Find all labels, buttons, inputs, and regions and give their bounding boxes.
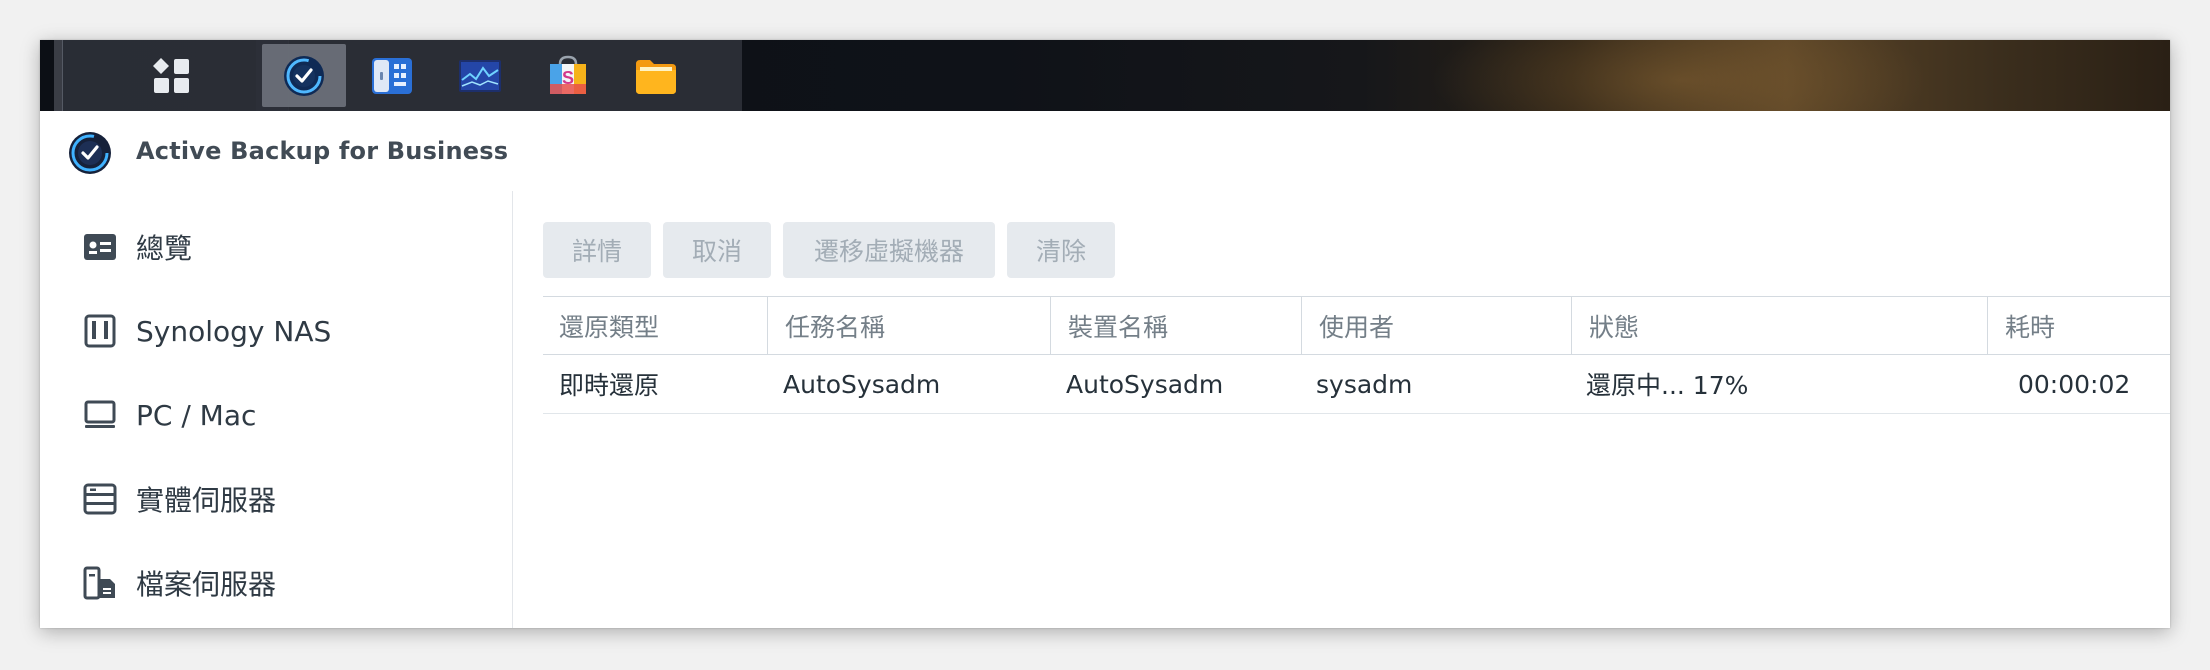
resource-monitor-icon <box>459 59 501 92</box>
cell-restore-type: 即時還原 <box>559 371 660 400</box>
column-header-restore-type[interactable]: 還原類型 <box>559 297 659 354</box>
sidebar-item-label: Synology NAS <box>136 314 332 348</box>
svg-text:S: S <box>562 68 574 88</box>
active-backup-logo-icon <box>69 132 111 174</box>
taskbar-resource-monitor[interactable] <box>438 44 522 107</box>
sidebar-item-file-server[interactable]: 檔案伺服器 <box>40 553 510 613</box>
app-title: Active Backup for Business <box>136 137 509 165</box>
main-menu-grid-icon <box>153 57 189 93</box>
taskbar-storage-manager[interactable] <box>350 44 434 107</box>
sidebar-item-physical-server[interactable]: 實體伺服器 <box>40 469 510 529</box>
column-header-task-name[interactable]: 任務名稱 <box>785 297 885 354</box>
app-title-bar: Active Backup for Business <box>40 111 2170 192</box>
show-desktop-button[interactable] <box>54 40 63 111</box>
taskbar-file-station[interactable] <box>614 44 698 107</box>
storage-manager-icon <box>372 57 412 94</box>
server-rack-icon <box>83 483 117 515</box>
sidebar-item-synology-nas[interactable]: Synology NAS <box>40 301 510 361</box>
file-station-icon <box>636 59 676 94</box>
column-header-duration[interactable]: 耗時 <box>2005 297 2055 354</box>
taskbar: S <box>40 40 2170 111</box>
sidebar-item-label: 實體伺服器 <box>136 484 277 517</box>
nas-device-icon <box>84 314 116 348</box>
package-center-icon: S <box>550 55 586 94</box>
overview-card-icon <box>84 234 116 260</box>
taskbar-package-center[interactable]: S <box>526 44 610 107</box>
main-content: 詳情 取消 遷移虛擬機器 清除 還原類型 任務名稱 裝置名稱 使用者 狀態 耗時… <box>513 191 2170 628</box>
clear-button[interactable]: 清除 <box>1007 222 1115 278</box>
cell-task-name: AutoSysadm <box>783 369 941 399</box>
sidebar-item-overview[interactable]: 總覽 <box>40 217 510 277</box>
column-header-user[interactable]: 使用者 <box>1319 297 1394 354</box>
monitor-icon <box>84 400 116 428</box>
file-server-icon <box>83 566 115 600</box>
column-header-device-name[interactable]: 裝置名稱 <box>1068 297 1168 354</box>
sidebar-item-pc-mac[interactable]: PC / Mac <box>40 385 510 445</box>
cell-user: sysadm <box>1316 369 1413 399</box>
cell-device-name: AutoSysadm <box>1066 369 1224 399</box>
table-header: 還原類型 任務名稱 裝置名稱 使用者 狀態 耗時 <box>543 297 2170 355</box>
main-menu-button[interactable] <box>130 44 214 107</box>
app-window: S Active Backup for Business 總覽 Synology… <box>40 40 2170 628</box>
sidebar-item-label: 總覽 <box>136 232 193 265</box>
active-backup-icon <box>284 55 324 96</box>
taskbar-active-backup[interactable] <box>262 44 346 107</box>
table-row[interactable]: 即時還原 AutoSysadm AutoSysadm sysadm 還原中...… <box>543 355 2170 414</box>
cell-duration: 00:00:02 <box>2018 369 2131 399</box>
sidebar-item-label: 檔案伺服器 <box>136 568 277 601</box>
column-header-status[interactable]: 狀態 <box>1589 297 1639 354</box>
cell-status: 還原中... 17% <box>1586 371 1749 400</box>
sidebar: 總覽 Synology NAS PC / Mac 實體伺服器 檔案伺服器 <box>40 191 513 628</box>
details-button[interactable]: 詳情 <box>543 222 651 278</box>
restore-task-table: 還原類型 任務名稱 裝置名稱 使用者 狀態 耗時 即時還原 AutoSysadm… <box>543 296 2170 414</box>
cancel-button[interactable]: 取消 <box>663 222 771 278</box>
migrate-vm-button[interactable]: 遷移虛擬機器 <box>783 222 995 278</box>
sidebar-item-label: PC / Mac <box>136 398 257 432</box>
